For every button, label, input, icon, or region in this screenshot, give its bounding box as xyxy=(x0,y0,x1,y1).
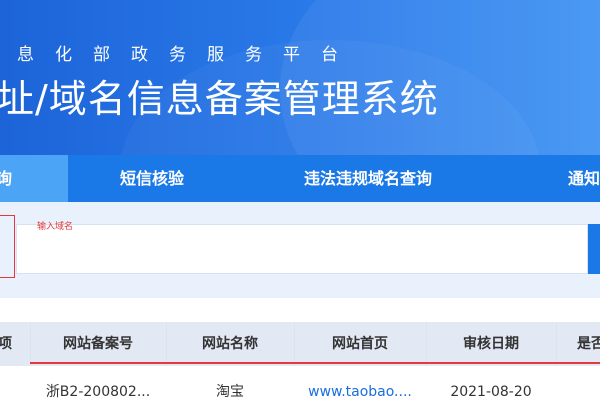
annotation-box xyxy=(0,215,15,278)
table-cell xyxy=(556,366,600,400)
header-subtitle: 息化部政务服务平台 xyxy=(17,45,359,65)
tab-sms-verification[interactable]: 短信核验 xyxy=(120,155,184,202)
column-header: 项 xyxy=(0,336,12,352)
table-cell-review-date: 2021-08-20 xyxy=(450,384,532,400)
column-header: 审核日期 xyxy=(463,336,519,352)
column-header: 网站备案号 xyxy=(63,336,133,352)
table-cell xyxy=(0,366,20,400)
column-header: 是否 xyxy=(577,336,600,352)
search-area xyxy=(0,202,600,298)
domain-search-input[interactable] xyxy=(16,224,588,274)
tab-illegal-domain-query[interactable]: 违法违规域名查询 xyxy=(304,155,432,202)
table-cell-record-number: 浙B2-200802... xyxy=(45,384,151,400)
header-banner: 息化部政务服务平台 址/域名信息备案管理系统 xyxy=(0,0,600,155)
main-nav: 询 短信核验 违法违规域名查询 通知 xyxy=(0,155,600,202)
table-header: 项 网站备案号 网站名称 网站首页 审核日期 是否 xyxy=(0,322,600,366)
table-row: 浙B2-200802... 淘宝 www.taobao.... 2021-08-… xyxy=(0,366,600,400)
annotation-underline xyxy=(30,362,600,364)
table-cell-site-name: 淘宝 xyxy=(216,384,244,400)
annotation-label: 输入域名 xyxy=(37,222,74,232)
search-button[interactable] xyxy=(588,224,600,274)
table-cell-homepage-link[interactable]: www.taobao.... xyxy=(294,366,426,400)
column-header: 网站名称 xyxy=(202,336,258,352)
tab-query[interactable]: 询 xyxy=(0,155,68,202)
tab-notice[interactable]: 通知 xyxy=(568,155,600,202)
page-title: 址/域名信息备案管理系统 xyxy=(0,77,439,121)
column-header: 网站首页 xyxy=(332,336,388,352)
